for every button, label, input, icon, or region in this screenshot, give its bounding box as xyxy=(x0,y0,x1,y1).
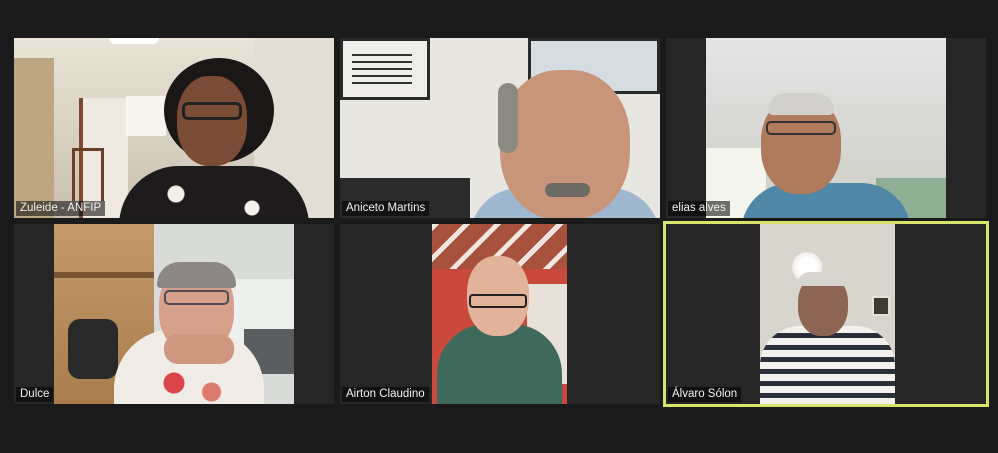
person-body xyxy=(760,326,895,404)
participant-name: Airton Claudino xyxy=(342,387,429,402)
glasses xyxy=(469,294,527,308)
backpack xyxy=(68,319,118,379)
video-feed xyxy=(14,38,334,218)
wall-panel xyxy=(14,58,54,218)
person-body xyxy=(437,324,562,404)
participant-name: Dulce xyxy=(16,387,54,402)
person-hair xyxy=(157,262,236,288)
glasses xyxy=(164,290,229,305)
participant-name: Aniceto Martins xyxy=(342,201,430,216)
video-feed xyxy=(706,38,946,218)
picture-frame xyxy=(872,296,890,316)
video-feed xyxy=(432,224,567,404)
person-hair xyxy=(498,83,518,153)
video-tile-zuleide[interactable]: Zuleide - ANFIP xyxy=(14,38,334,218)
video-feed xyxy=(340,38,660,218)
chair xyxy=(72,148,104,201)
video-tile-aniceto[interactable]: Aniceto Martins xyxy=(340,38,660,218)
frame-art xyxy=(352,50,412,84)
participant-name: Álvaro Sólon xyxy=(668,387,742,402)
mustache xyxy=(545,183,590,197)
wood-shelf xyxy=(54,272,154,278)
video-feed xyxy=(54,224,294,404)
video-tile-alvaro-active-speaker[interactable]: Álvaro Sólon xyxy=(663,221,989,407)
video-tile-dulce[interactable]: Dulce xyxy=(14,224,334,404)
ceiling-light xyxy=(109,38,159,44)
participant-name: elias alves xyxy=(668,201,730,216)
person-hair xyxy=(798,272,848,286)
glasses xyxy=(766,121,836,135)
person-hair xyxy=(768,93,834,115)
participant-name: Zuleide - ANFIP xyxy=(16,201,106,216)
hands xyxy=(164,334,234,364)
video-tile-airton[interactable]: Airton Claudino xyxy=(340,224,660,404)
person-face xyxy=(177,76,247,166)
glasses xyxy=(182,102,242,120)
video-tile-elias[interactable]: elias alves xyxy=(666,38,986,218)
window xyxy=(126,96,166,136)
video-feed xyxy=(760,224,895,404)
